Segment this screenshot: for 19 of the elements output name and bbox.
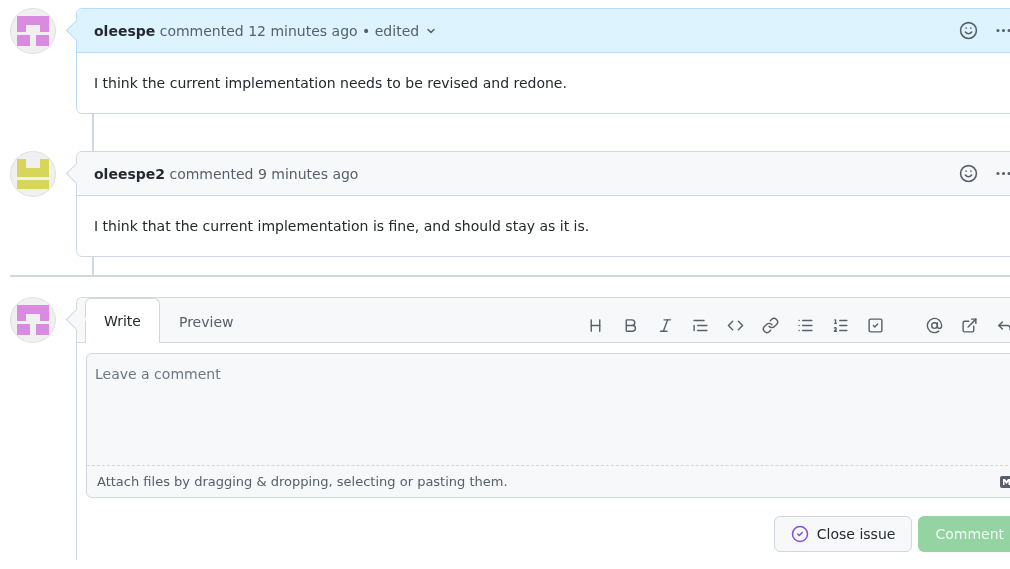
comment-editor[interactable]: Leave a comment Attach files by dragging & dropping, selecting or pasting them.	[86, 353, 1010, 498]
tab[interactable]: Write	[85, 298, 160, 343]
comment-field[interactable]: Leave a comment	[87, 354, 1010, 466]
emoji-icon[interactable]	[959, 21, 978, 40]
close-issue-button[interactable]: Close issue	[773, 516, 913, 552]
attach-hint: Attach files by dragging & dropping, selecting or pasting them.	[97, 474, 508, 489]
emoji-icon[interactable]	[959, 164, 978, 183]
tab[interactable]: Preview	[159, 299, 253, 343]
comment-body: I think the current implementation needs to be revised and redone.	[94, 75, 567, 91]
comment-header: oleespe commented 12 minutes ago • edited	[94, 22, 420, 39]
numbered-list-icon[interactable]	[832, 316, 849, 334]
task-list-icon[interactable]	[867, 316, 884, 334]
comment-body: I think that the current implementation is fine, and should stay as it is.	[94, 218, 590, 234]
comment-header: oleespe2 commented 9 minutes ago	[94, 165, 359, 182]
italic-icon[interactable]	[657, 316, 674, 334]
reference-icon[interactable]	[961, 316, 978, 334]
link-icon[interactable]	[762, 316, 779, 334]
mention-icon[interactable]	[926, 316, 943, 334]
check-circle-icon	[790, 525, 809, 543]
